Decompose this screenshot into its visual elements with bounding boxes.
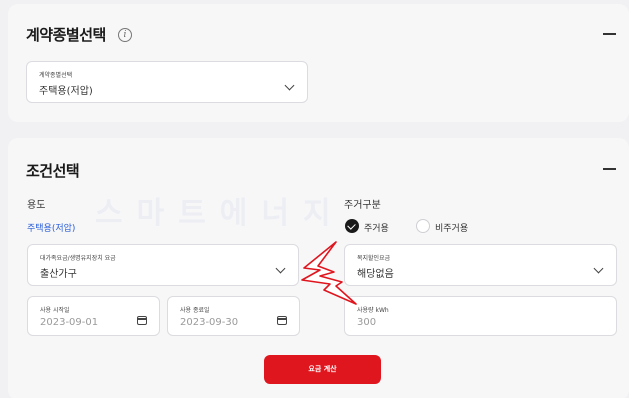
end-date-field[interactable]: 사용 종료일 2023-09-30 <box>167 296 300 336</box>
large-family-value: 출산가구 <box>40 269 77 280</box>
contract-type-title: 계약종별선택 <box>26 26 106 44</box>
chevron-down-icon <box>284 80 295 91</box>
contract-type-select-label: 계약종별선택 <box>39 72 73 79</box>
collapse-icon[interactable] <box>603 168 616 170</box>
calendar-icon[interactable] <box>137 316 147 325</box>
lightning-bolt-icon <box>301 241 357 305</box>
start-date-value: 2023-09-01 <box>40 317 99 328</box>
large-family-select[interactable]: 대가족요금/생명유지장치 요금 출산가구 <box>27 244 299 286</box>
radio-non-residential[interactable] <box>416 219 430 233</box>
chevron-down-icon <box>593 263 604 274</box>
start-date-field[interactable]: 사용 시작일 2023-09-01 <box>27 296 160 336</box>
usage-label: 용도 <box>27 200 46 211</box>
collapse-icon[interactable] <box>603 33 616 35</box>
usage-value: 주택용(저압) <box>27 224 76 234</box>
welfare-select[interactable]: 복지할인요금 해당없음 <box>344 244 617 286</box>
residence-label: 주거구분 <box>344 200 381 211</box>
radio-non-residential-label: 비주거용 <box>435 224 469 234</box>
usage-kwh-input[interactable]: 사용량 kWh 300 <box>344 296 617 336</box>
end-date-value: 2023-09-30 <box>180 317 239 328</box>
large-family-label: 대가족요금/생명유지장치 요금 <box>40 255 116 262</box>
conditions-title: 조건선택 <box>26 162 80 180</box>
info-icon[interactable]: i <box>118 28 132 42</box>
usage-kwh-placeholder: 300 <box>357 317 377 328</box>
calculate-button[interactable]: 요금 계산 <box>264 355 381 384</box>
contract-type-select-value: 주택용(저압) <box>39 86 93 97</box>
calendar-icon[interactable] <box>277 316 287 325</box>
contract-type-panel: 계약종별선택 i 계약종별선택 주택용(저압) <box>8 4 629 122</box>
chevron-down-icon <box>275 263 286 274</box>
start-date-label: 사용 시작일 <box>40 307 70 314</box>
radio-residential-label: 주거용 <box>364 224 389 234</box>
radio-residential[interactable] <box>345 219 359 233</box>
end-date-label: 사용 종료일 <box>180 307 210 314</box>
watermark: 스마트에너지 <box>95 196 345 231</box>
contract-type-select[interactable]: 계약종별선택 주택용(저압) <box>26 61 308 103</box>
